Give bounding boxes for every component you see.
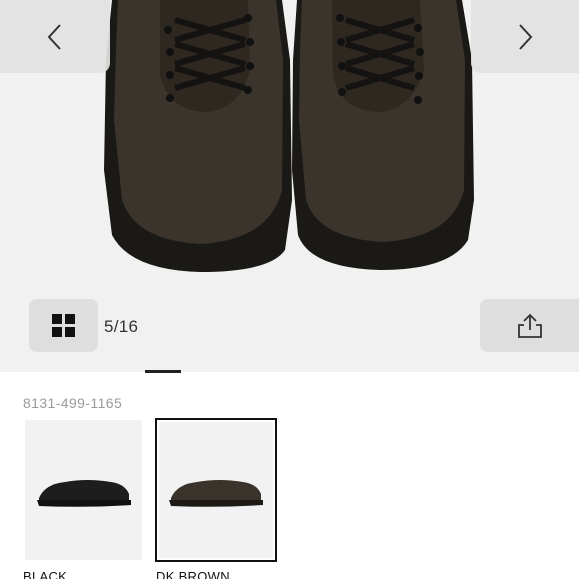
next-image-button[interactable] xyxy=(471,0,579,73)
swatch-label-dk-brown: DK BROWN xyxy=(156,569,230,579)
grid-icon xyxy=(51,313,75,337)
dk-brown-shoe-thumbnail xyxy=(159,422,273,558)
color-swatch-black[interactable] xyxy=(25,420,142,560)
swatch-label-black: BLACK xyxy=(23,569,68,579)
product-sku: 8131-499-1165 xyxy=(23,395,123,411)
black-shoe-thumbnail xyxy=(25,420,142,560)
chevron-right-icon xyxy=(519,23,533,50)
left-shoe xyxy=(104,0,292,272)
gallery-grid-button[interactable] xyxy=(29,299,98,352)
right-shoe xyxy=(292,0,474,270)
chevron-left-icon xyxy=(47,23,61,50)
previous-image-button[interactable] xyxy=(0,0,110,73)
share-icon xyxy=(517,313,542,338)
share-button[interactable] xyxy=(480,299,579,352)
color-swatch-dk-brown[interactable] xyxy=(155,418,277,562)
image-counter: 5/16 xyxy=(104,317,139,336)
product-image-carousel[interactable]: 5/16 xyxy=(0,0,579,372)
swatch-image-frame xyxy=(159,422,273,558)
carousel-position-indicator xyxy=(145,370,181,373)
